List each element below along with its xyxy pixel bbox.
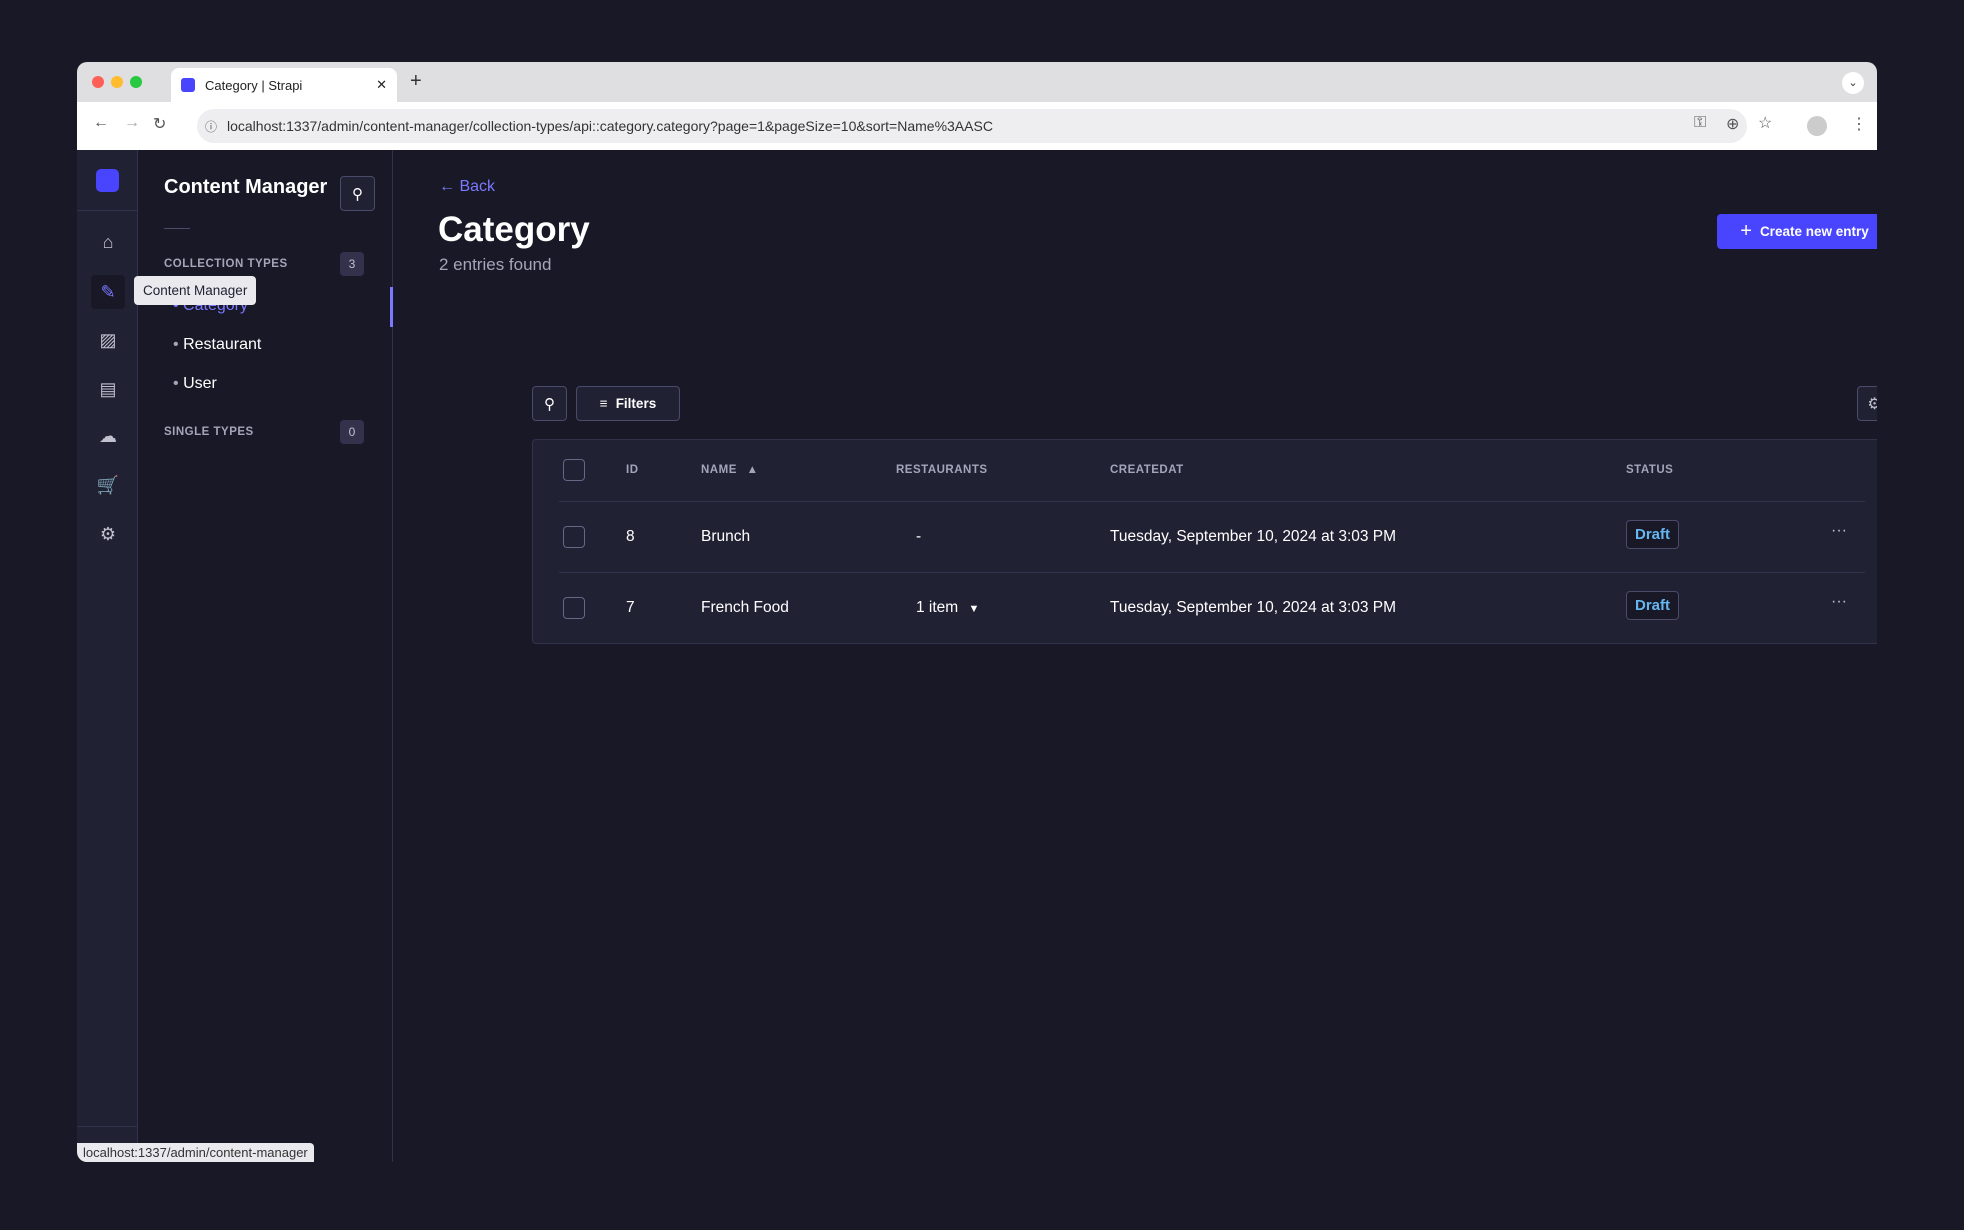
filter-icon: ≡	[599, 396, 608, 411]
filters-label: Filters	[615, 396, 657, 411]
row-actions-icon[interactable]: ···	[1831, 593, 1847, 611]
url-input[interactable]: ⓘ localhost:1337/admin/content-manager/c…	[197, 109, 1747, 143]
reload-icon[interactable]: ↻	[153, 114, 166, 134]
sidebar-item-label: Restaurant	[183, 336, 262, 353]
cell-id: 8	[626, 528, 635, 545]
collection-count-badge: 3	[340, 252, 364, 276]
strapi-favicon-icon	[181, 78, 195, 92]
column-header-createdat[interactable]: CREATEDAT	[1110, 464, 1184, 476]
cell-id: 7	[626, 599, 635, 616]
caret-down-icon: ▼	[968, 603, 980, 615]
create-label: Create new entry	[1759, 224, 1869, 239]
site-info-icon[interactable]: ⓘ	[205, 118, 217, 135]
restaurants-count: 1 item	[916, 599, 959, 616]
tab-strip: Category | Strapi ✕ + ⌄	[77, 62, 1877, 102]
table-settings-button[interactable]: ⚙	[1857, 386, 1877, 421]
single-types-label: SINGLE TYPES	[164, 426, 254, 438]
status-bar-url: localhost:1337/admin/content-manager	[77, 1143, 314, 1162]
row-checkbox[interactable]	[563, 597, 585, 619]
sidebar-item-user[interactable]: • User	[173, 375, 217, 393]
browser-menu-icon[interactable]: ⋮	[1851, 114, 1867, 134]
bookmark-star-icon[interactable]: ☆	[1758, 113, 1772, 133]
sort-ascending-icon: ▲	[746, 464, 759, 476]
media-library-icon[interactable]: ▨	[91, 323, 125, 357]
plus-icon: +	[1740, 220, 1752, 242]
table-row[interactable]: 8 Brunch - Tuesday, September 10, 2024 a…	[533, 502, 1877, 572]
back-nav-icon[interactable]: ←	[93, 114, 109, 132]
status-badge: Draft	[1626, 520, 1680, 549]
search-icon: ⚲	[352, 185, 363, 203]
sidebar-search-button[interactable]: ⚲	[340, 176, 375, 211]
search-icon: ⚲	[544, 395, 555, 413]
cell-name: Brunch	[701, 528, 751, 545]
sidebar-item-restaurant[interactable]: • Restaurant	[173, 336, 261, 354]
maximize-window-button[interactable]	[130, 76, 142, 88]
page-title: Category	[438, 210, 590, 249]
address-bar: ← → ↻ ⓘ localhost:1337/admin/content-man…	[77, 102, 1877, 150]
minimize-window-button[interactable]	[111, 76, 123, 88]
column-header-id[interactable]: ID	[626, 464, 639, 476]
create-new-entry-button[interactable]: + Create new entry	[1717, 214, 1877, 249]
cell-restaurants: -	[916, 528, 922, 545]
main-content: ← Back Category 2 entries found + Create …	[393, 150, 1877, 1162]
settings-icon[interactable]: ⚙	[91, 517, 125, 551]
content-manager-icon[interactable]: ✎	[91, 275, 125, 309]
single-count-badge: 0	[340, 420, 364, 444]
browser-window: Category | Strapi ✕ + ⌄ ← → ↻ ⓘ localhos…	[77, 62, 1877, 1162]
filters-button[interactable]: ≡ Filters	[576, 386, 680, 421]
select-all-checkbox[interactable]	[563, 459, 585, 481]
url-text: localhost:1337/admin/content-manager/col…	[227, 118, 993, 134]
close-window-button[interactable]	[92, 76, 104, 88]
cell-name: French Food	[701, 599, 789, 616]
table-row[interactable]: 7 French Food 1 item ▼ Tuesday, Septembe…	[533, 573, 1877, 643]
row-checkbox[interactable]	[563, 526, 585, 548]
close-tab-icon[interactable]: ✕	[376, 77, 387, 93]
entries-table: ID NAME ▲ RESTAURANTS CREATEDAT STATUS 8…	[532, 439, 1877, 644]
gear-icon: ⚙	[1867, 395, 1877, 413]
cell-createdat: Tuesday, September 10, 2024 at 3:03 PM	[1110, 528, 1397, 545]
cell-createdat: Tuesday, September 10, 2024 at 3:03 PM	[1110, 599, 1397, 616]
back-label: Back	[459, 178, 496, 195]
browser-tab[interactable]: Category | Strapi ✕	[171, 68, 397, 102]
column-header-status[interactable]: STATUS	[1626, 464, 1673, 476]
tab-list-button[interactable]: ⌄	[1842, 72, 1864, 94]
password-key-icon[interactable]: ⚿	[1694, 114, 1706, 132]
collection-types-label: COLLECTION TYPES	[164, 258, 288, 270]
main-nav: ⌂ ✎ ▨ ▤ ☁ 🛒 ⚙ KD	[77, 150, 138, 1162]
nav-tooltip: Content Manager	[134, 276, 257, 305]
forward-nav-icon[interactable]: →	[124, 114, 140, 132]
sidebar-item-label: User	[183, 375, 217, 392]
search-button[interactable]: ⚲	[532, 386, 567, 421]
entries-count: 2 entries found	[439, 255, 552, 274]
layout-icon[interactable]: ▤	[91, 372, 125, 406]
restaurants-dropdown[interactable]: 1 item ▼	[916, 599, 979, 617]
home-icon[interactable]: ⌂	[91, 225, 125, 259]
cart-icon[interactable]: 🛒	[91, 468, 125, 502]
cloud-icon[interactable]: ☁	[91, 419, 125, 453]
status-badge: Draft	[1626, 591, 1680, 620]
column-header-restaurants[interactable]: RESTAURANTS	[896, 464, 988, 476]
row-actions-icon[interactable]: ···	[1831, 522, 1847, 540]
tab-title: Category | Strapi	[205, 77, 303, 93]
back-link[interactable]: ← Back	[439, 178, 495, 196]
profile-icon[interactable]	[1807, 116, 1827, 136]
zoom-icon[interactable]: ⊕	[1726, 114, 1739, 134]
arrow-left-icon: ←	[439, 178, 455, 195]
strapi-logo-icon[interactable]	[96, 169, 119, 192]
header-label: NAME	[701, 464, 737, 476]
column-header-name[interactable]: NAME ▲	[701, 464, 758, 476]
new-tab-button[interactable]: +	[410, 70, 422, 93]
sidebar-title: Content Manager	[164, 176, 328, 198]
